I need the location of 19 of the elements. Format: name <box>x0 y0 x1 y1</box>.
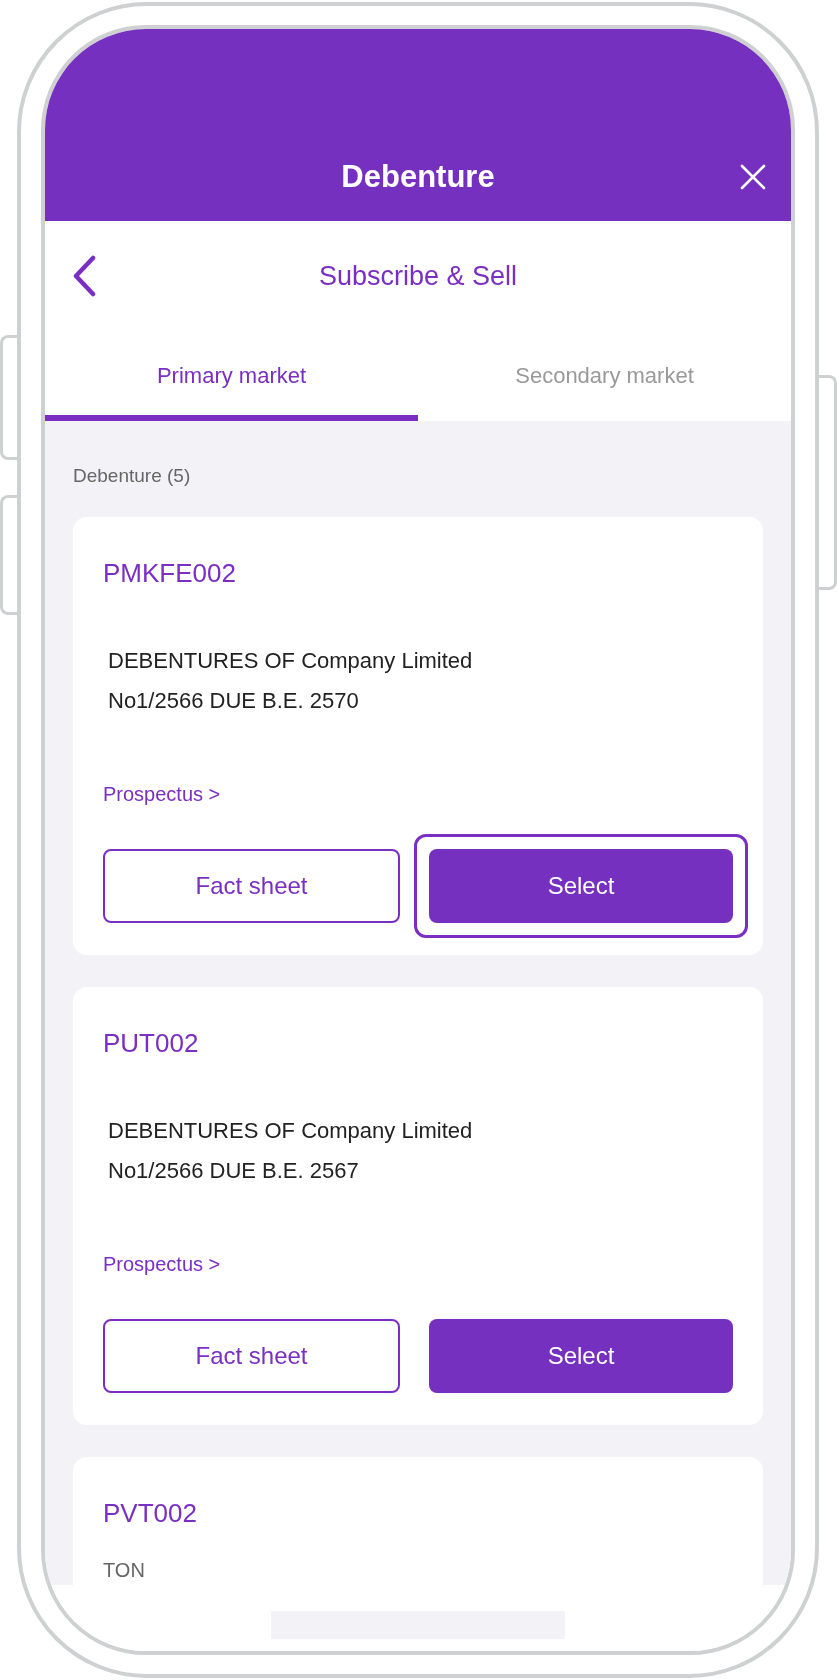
fact-sheet-button[interactable]: Fact sheet <box>103 1319 400 1393</box>
debenture-description: No1/2566 DUE B.E. 2570 <box>108 687 360 715</box>
prospectus-link[interactable]: Prospectus > <box>103 783 221 805</box>
debenture-code: PMKFE002 <box>103 557 237 590</box>
page-title: Subscribe & Sell <box>318 260 518 292</box>
debenture-code: PUT002 <box>103 1027 200 1060</box>
debenture-description: No1/2566 DUE B.E. 2567 <box>108 1157 360 1185</box>
select-button[interactable]: Select <box>429 849 733 923</box>
debenture-subtitle: TON <box>103 1558 146 1583</box>
fact-sheet-button[interactable]: Fact sheet <box>103 849 400 923</box>
list-heading: Debenture (5) <box>73 464 192 488</box>
back-icon[interactable] <box>71 255 97 297</box>
select-button[interactable]: Select <box>429 1319 733 1393</box>
debenture-code: PVT002 <box>103 1497 198 1530</box>
close-icon[interactable] <box>739 163 767 191</box>
debenture-description: DEBENTURES OF Company Limited <box>108 647 474 675</box>
header-title: Debenture <box>341 159 495 195</box>
debenture-description: DEBENTURES OF Company Limited <box>108 1117 474 1145</box>
prospectus-link[interactable]: Prospectus > <box>103 1253 221 1275</box>
